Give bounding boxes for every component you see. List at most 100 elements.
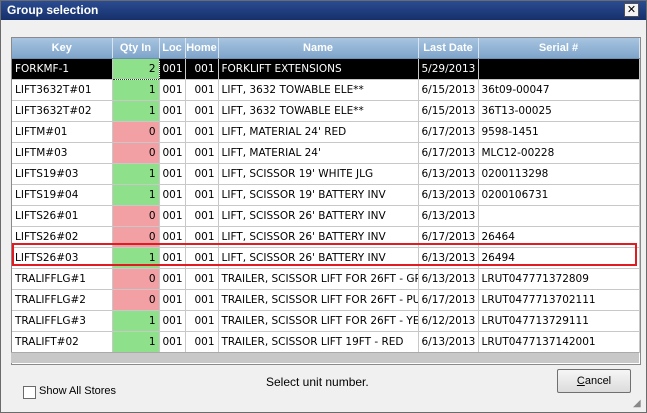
- cell-key: LIFTS19#03: [12, 163, 113, 185]
- cell-serial: LRUT047713729111: [478, 310, 640, 332]
- table-row[interactable]: LIFTM#03 0 001 001 LIFT, MATERIAL 24' 6/17/20…: [12, 142, 640, 164]
- cell-loc: 001: [159, 310, 186, 332]
- cell-date: 5/29/2013: [418, 58, 479, 80]
- cell-key: TRALIFFLG#2: [12, 289, 113, 311]
- table-row[interactable]: LIFT3632T#01 1 001 001 LIFT, 3632 TOWABLE EL…: [12, 79, 640, 101]
- cell-home: 001: [185, 163, 219, 185]
- table-body: FORKMF-1 2 001 001 FORKLIFT EXTENSIONS 5/29/2…: [12, 58, 640, 353]
- cell-serial: 26494: [478, 247, 640, 269]
- column-header[interactable]: Loc: [159, 38, 186, 59]
- cell-name: LIFT, 3632 TOWABLE ELE**: [218, 79, 419, 101]
- column-header[interactable]: Home: [185, 38, 219, 59]
- header-row: Key Qty In Loc Home Name Last Date Serial #: [12, 38, 640, 59]
- cell-name: LIFT, MATERIAL 24' RED: [218, 121, 419, 143]
- cell-loc: 001: [159, 289, 186, 311]
- table-row[interactable]: TRALIFFLG#1 0 001 001 TRAILER, SCISSOR LIFT …: [12, 268, 640, 290]
- cell-key: LIFTS26#03: [12, 247, 113, 269]
- cell-date: 6/13/2013: [418, 163, 479, 185]
- cell-date: 6/17/2013: [418, 226, 479, 248]
- column-header[interactable]: Key: [12, 38, 113, 59]
- unit-table: Key Qty In Loc Home Name Last Date Serial # FO…: [12, 38, 640, 353]
- cell-loc: 001: [159, 121, 186, 143]
- cell-name: TRAILER, SCISSOR LIFT FOR 26FT - PUR: [218, 289, 419, 311]
- table-row[interactable]: LIFTM#01 0 001 001 LIFT, MATERIAL 24' RED 6/1…: [12, 121, 640, 143]
- cell-serial: [478, 205, 640, 227]
- group-selection-dialog: Group selection ✕ Key Qty In Loc Home Name La…: [0, 0, 647, 413]
- show-all-stores-checkbox[interactable]: [23, 386, 36, 399]
- cell-qty: 1: [112, 163, 160, 185]
- cell-home: 001: [185, 205, 219, 227]
- table-row[interactable]: TRALIFFLG#2 0 001 001 TRAILER, SCISSOR LIFT …: [12, 289, 640, 311]
- table-row[interactable]: FORKMF-1 2 001 001 FORKLIFT EXTENSIONS 5/29/2…: [12, 58, 640, 80]
- table-row[interactable]: LIFTS26#02 0 001 001 LIFT, SCISSOR 26' BATTE…: [12, 226, 640, 248]
- cell-key: LIFTS26#02: [12, 226, 113, 248]
- cell-name: LIFT, MATERIAL 24': [218, 142, 419, 164]
- cancel-button[interactable]: Cancel: [557, 369, 631, 393]
- cell-key: TRALIFFLG#1: [12, 268, 113, 290]
- cell-home: 001: [185, 289, 219, 311]
- cell-serial: 9598-1451: [478, 121, 640, 143]
- cell-loc: 001: [159, 331, 186, 353]
- cell-date: 6/17/2013: [418, 289, 479, 311]
- resize-grip-icon[interactable]: ◢: [633, 399, 643, 409]
- cell-name: LIFT, 3632 TOWABLE ELE**: [218, 100, 419, 122]
- cell-date: 6/13/2013: [418, 205, 479, 227]
- cell-home: 001: [185, 226, 219, 248]
- cell-serial: [478, 58, 640, 80]
- table-row[interactable]: TRALIFT#02 1 001 001 TRAILER, SCISSOR LIFT 1…: [12, 331, 640, 353]
- cell-name: LIFT, SCISSOR 26' BATTERY INV: [218, 226, 419, 248]
- cell-key: LIFTS19#04: [12, 184, 113, 206]
- cell-loc: 001: [159, 268, 186, 290]
- cell-date: 6/13/2013: [418, 247, 479, 269]
- cell-name: LIFT, SCISSOR 19' WHITE JLG: [218, 163, 419, 185]
- horizontal-scrollbar[interactable]: [11, 352, 639, 363]
- cell-serial: MLC12-00228: [478, 142, 640, 164]
- cell-serial: LRUT0477137142001: [478, 331, 640, 353]
- column-header[interactable]: Serial #: [478, 38, 640, 59]
- cell-name: LIFT, SCISSOR 19' BATTERY INV: [218, 184, 419, 206]
- cell-key: LIFT3632T#02: [12, 100, 113, 122]
- cell-home: 001: [185, 121, 219, 143]
- cell-home: 001: [185, 268, 219, 290]
- column-header[interactable]: Name: [218, 38, 419, 59]
- cell-loc: 001: [159, 100, 186, 122]
- cell-loc: 001: [159, 163, 186, 185]
- cell-qty: 2: [111, 58, 160, 80]
- cell-date: 6/17/2013: [418, 142, 479, 164]
- unit-grid: Key Qty In Loc Home Name Last Date Serial # FO…: [11, 37, 641, 365]
- table-row[interactable]: LIFTS19#04 1 001 001 LIFT, SCISSOR 19' BATTE…: [12, 184, 640, 206]
- cell-date: 6/13/2013: [418, 268, 479, 290]
- dialog-title: Group selection: [7, 3, 99, 17]
- cell-home: 001: [185, 142, 219, 164]
- cell-serial: 26464: [478, 226, 640, 248]
- column-header[interactable]: Last Date: [418, 38, 479, 59]
- cell-date: 6/12/2013: [418, 310, 479, 332]
- cell-name: TRAILER, SCISSOR LIFT FOR 26FT - GRE: [218, 268, 419, 290]
- cell-qty: 0: [112, 121, 160, 143]
- cell-serial: 0200113298: [478, 163, 640, 185]
- cell-key: TRALIFFLG#3: [12, 310, 113, 332]
- cell-key: LIFT3632T#01: [12, 79, 113, 101]
- table-row[interactable]: TRALIFFLG#3 1 001 001 TRAILER, SCISSOR LIFT …: [12, 310, 640, 332]
- table-row[interactable]: LIFTS19#03 1 001 001 LIFT, SCISSOR 19' WHITE…: [12, 163, 640, 185]
- cell-qty: 0: [112, 226, 160, 248]
- cell-key: TRALIFT#02: [12, 331, 113, 353]
- cell-home: 001: [185, 331, 219, 353]
- cell-loc: 001: [159, 184, 186, 206]
- close-icon[interactable]: ✕: [624, 3, 639, 17]
- cell-loc: 001: [159, 226, 186, 248]
- cell-name: LIFT, SCISSOR 26' BATTERY INV: [218, 205, 419, 227]
- table-row[interactable]: LIFT3632T#02 1 001 001 LIFT, 3632 TOWABLE EL…: [12, 100, 640, 122]
- table-row[interactable]: LIFTS26#01 0 001 001 LIFT, SCISSOR 26' BATTE…: [12, 205, 640, 227]
- table-row[interactable]: LIFTS26#03 1 001 001 LIFT, SCISSOR 26' BATTE…: [12, 247, 640, 269]
- cell-name: TRAILER, SCISSOR LIFT 19FT - RED: [218, 331, 419, 353]
- cell-qty: 1: [112, 184, 160, 206]
- cell-key: LIFTM#03: [12, 142, 113, 164]
- column-header[interactable]: Qty In: [112, 38, 160, 59]
- cell-date: 6/13/2013: [418, 331, 479, 353]
- cell-qty: 1: [112, 100, 160, 122]
- cancel-button-label: Cancel: [576, 375, 612, 387]
- cell-home: 001: [185, 184, 219, 206]
- cell-home: 001: [185, 310, 219, 332]
- cell-serial: 36T13-00025: [478, 100, 640, 122]
